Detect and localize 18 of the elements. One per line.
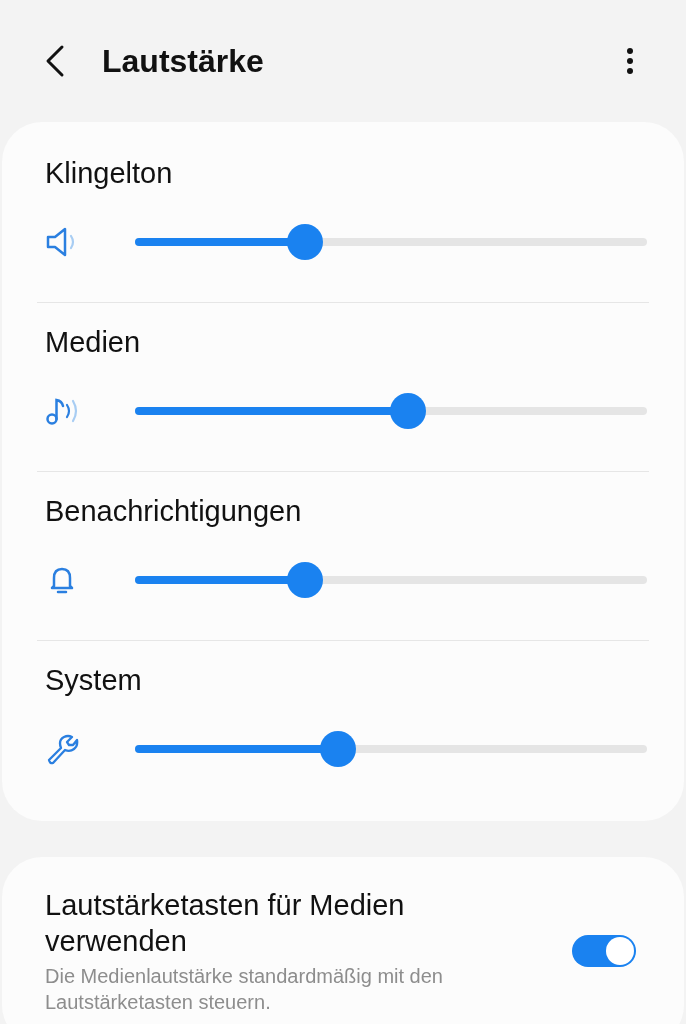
setting-description: Die Medienlautstärke standardmäßig mit den Lautstärketasten steuern. <box>45 964 444 1015</box>
volume-label: Klingelton <box>45 156 174 191</box>
more-options-icon <box>626 47 634 75</box>
volume-label: Benachrichtigungen <box>45 494 303 529</box>
toggle-switch[interactable] <box>572 935 636 967</box>
slider-thumb[interactable] <box>287 224 324 260</box>
volume-slider[interactable] <box>135 224 647 260</box>
volume-label: System <box>45 663 143 698</box>
volume-slider[interactable] <box>135 393 647 429</box>
volume-slider[interactable] <box>135 562 647 598</box>
volume-slider[interactable] <box>135 731 647 767</box>
slider-thumb[interactable] <box>287 562 324 598</box>
page-title: Lautstärke <box>102 42 265 80</box>
slider-thumb[interactable] <box>320 731 357 767</box>
setting-title: Lautstärketasten für Medien verwenden <box>45 888 406 959</box>
slider-thumb[interactable] <box>390 393 427 429</box>
volume-label: Medien <box>45 325 142 360</box>
back-icon <box>44 44 66 78</box>
